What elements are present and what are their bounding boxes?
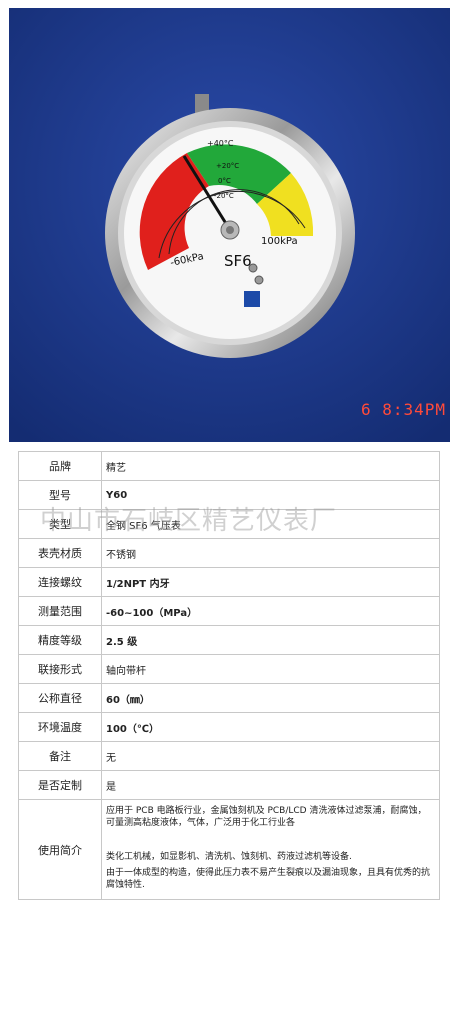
spec-row: 表壳材质 不锈钢 — [18, 538, 440, 568]
spec-row: 公称直径 60（㎜） — [18, 683, 440, 713]
label-sf6: SF6 — [224, 252, 252, 270]
spec-row: 品牌 精艺 — [18, 451, 440, 481]
spec-value: 是 — [101, 770, 440, 800]
temp-label-2: 0°C — [218, 177, 231, 185]
spec-value: 100（℃） — [101, 712, 440, 742]
spec-row: 是否定制是 — [18, 770, 440, 800]
spec-value: 不锈钢 — [101, 538, 440, 568]
usage-label: 使用简介 — [18, 799, 102, 900]
usage-paragraph: 类化工机械，如显影机、清洗机、蚀刻机、药液过滤机等设备. — [106, 851, 352, 862]
spec-value: 1/2NPT 内牙 — [101, 567, 440, 597]
spec-label: 测量范围 — [18, 596, 102, 626]
label-top: +40°C — [207, 139, 234, 148]
spec-row: 备注无 — [18, 741, 440, 771]
spec-row: 联接形式 轴向带杆 — [18, 654, 440, 684]
pressure-gauge-image: +40°C +20°C 0°C -20°C -60kPa 100kPa SF6 — [9, 8, 450, 442]
spec-value: 轴向带杆 — [101, 654, 440, 684]
spec-label: 联接形式 — [18, 654, 102, 684]
spec-value: 无 — [101, 741, 440, 771]
spec-value: -60~100（MPa） — [101, 596, 440, 626]
photo-timestamp: 6 8:34PM — [361, 400, 447, 419]
spec-label: 公称直径 — [18, 683, 102, 713]
spec-row: 精度等级 2.5 级 — [18, 625, 440, 655]
temp-label-1: +20°C — [216, 162, 239, 170]
spec-value: 精艺 — [101, 451, 440, 481]
spec-label: 品牌 — [18, 451, 102, 481]
spec-label: 表壳材质 — [18, 538, 102, 568]
usage-description: 应用于 PCB 电路板行业，金属蚀刻机及 PCB/LCD 清洗液体过滤泵浦，耐腐… — [101, 799, 440, 900]
usage-paragraph: 应用于 PCB 电路板行业，金属蚀刻机及 PCB/LCD 清洗液体过滤泵浦，耐腐… — [106, 805, 427, 828]
spec-label: 精度等级 — [18, 625, 102, 655]
product-photo: +40°C +20°C 0°C -20°C -60kPa 100kPa SF6 … — [9, 8, 450, 442]
spec-row: 环境温度 100（℃） — [18, 712, 440, 742]
label-right: 100kPa — [261, 236, 298, 247]
spec-row: 测量范围 -60~100（MPa） — [18, 596, 440, 626]
usage-paragraph: 由于一体成型的构造，使得此压力表不易产生裂痕以及漏油现象，且具有优秀的抗腐蚀特性… — [106, 867, 431, 890]
spec-label: 备注 — [18, 741, 102, 771]
temp-label-3: -20°C — [214, 192, 234, 200]
spec-label: 环境温度 — [18, 712, 102, 742]
spec-label: 连接螺纹 — [18, 567, 102, 597]
usage-row: 使用简介 应用于 PCB 电路板行业，金属蚀刻机及 PCB/LCD 清洗液体过滤泵… — [18, 799, 440, 900]
spec-value: 60（㎜） — [101, 683, 440, 713]
spec-value: 2.5 级 — [101, 625, 440, 655]
spec-label: 是否定制 — [18, 770, 102, 800]
spec-row: 连接螺纹 1/2NPT 内牙 — [18, 567, 440, 597]
watermark: 中山市石岐区精艺仪表厂 — [40, 506, 338, 536]
